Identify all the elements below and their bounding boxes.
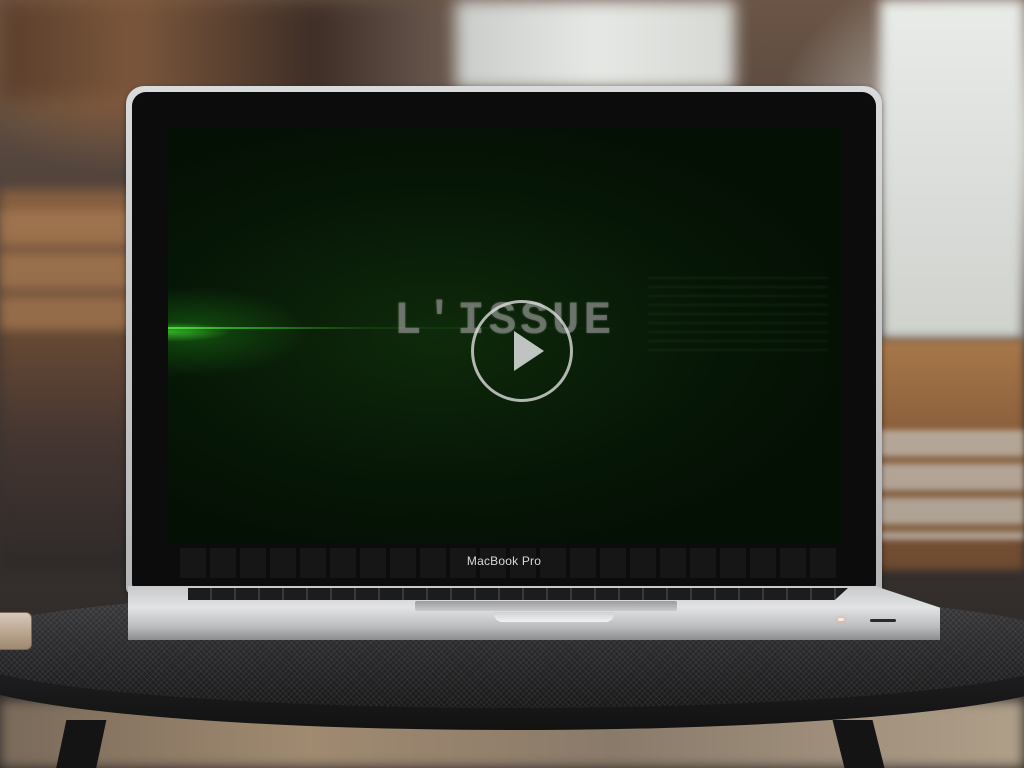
laptop-status-light bbox=[838, 618, 844, 621]
laptop-trackpad bbox=[415, 601, 677, 611]
laptop-keyboard bbox=[188, 588, 848, 600]
laptop-notch bbox=[494, 612, 614, 622]
play-icon bbox=[514, 331, 544, 371]
background-window bbox=[455, 0, 735, 90]
background-chair-slats bbox=[0, 210, 130, 330]
laptop-brand-label: MacBook Pro bbox=[466, 554, 542, 568]
video-player[interactable]: L'ISSUE bbox=[168, 127, 841, 544]
background-window bbox=[0, 0, 450, 100]
scene: L'ISSUE MacBook Pro bbox=[0, 0, 1024, 768]
background-wall bbox=[880, 0, 1024, 340]
background-chair-slats bbox=[878, 430, 1024, 540]
play-button[interactable] bbox=[471, 300, 573, 402]
laptop-slot bbox=[870, 619, 896, 622]
phone bbox=[0, 612, 32, 650]
